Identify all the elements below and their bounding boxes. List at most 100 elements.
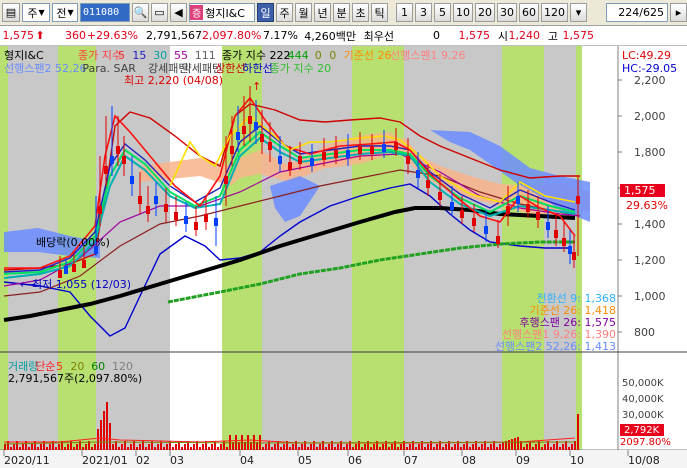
volume-bar xyxy=(64,447,66,450)
interval-120[interactable]: 120 xyxy=(541,3,568,22)
volume-bar xyxy=(268,441,270,450)
candle-body xyxy=(572,252,576,260)
y-tick-label: 800 xyxy=(634,326,655,339)
volume-bar xyxy=(481,444,483,450)
volume-bar xyxy=(436,444,438,450)
candle-body xyxy=(230,146,234,154)
interval-5[interactable]: 5 xyxy=(434,3,451,22)
volume-bar xyxy=(139,444,141,450)
volume-bar xyxy=(406,447,408,450)
candle-body xyxy=(406,156,410,164)
window-menu-icon[interactable]: ▤ xyxy=(2,3,20,22)
up-arrow-icon: ⬆ xyxy=(35,29,45,42)
volume-bar xyxy=(379,447,381,450)
x-tick-label: 2021/01 xyxy=(82,454,128,467)
volume-bar xyxy=(316,447,318,450)
volume-y-tick-label: 40,000K xyxy=(622,394,664,405)
interval-1[interactable]: 1 xyxy=(396,3,413,22)
candle-body xyxy=(174,212,178,220)
volume-bar xyxy=(382,444,384,450)
price-chart[interactable]: 형지I&C 종가 지수5 15 30 55 111 종가 지수 222444 0 0 기준선 2… xyxy=(0,46,687,468)
volume-bar xyxy=(373,444,375,450)
speaker-icon[interactable]: ◀ xyxy=(170,3,187,22)
candle-body xyxy=(438,192,442,200)
volume-bar xyxy=(511,439,513,450)
volume-bar xyxy=(307,447,309,450)
stock-code-input[interactable]: 011080 xyxy=(80,3,130,22)
stock-list-icon[interactable]: ▭ xyxy=(151,3,168,22)
period-tick[interactable]: 틱 xyxy=(371,3,388,22)
data-count-field[interactable]: 224/625 xyxy=(606,3,668,22)
period-weekly[interactable]: 주 xyxy=(276,3,293,22)
candle-body xyxy=(310,158,314,166)
candle-body xyxy=(138,196,142,204)
change-value: 360 xyxy=(65,29,86,42)
stock-title-legend: 형지I&C xyxy=(4,49,44,62)
volume-bar xyxy=(427,444,429,450)
volume-bar xyxy=(388,447,390,450)
candle-body xyxy=(536,212,540,220)
period-yearly[interactable]: 년 xyxy=(314,3,331,22)
period-monthly[interactable]: 월 xyxy=(295,3,312,22)
candle-body xyxy=(164,204,168,212)
volume-bar xyxy=(226,447,228,450)
interval-20[interactable]: 20 xyxy=(475,3,495,22)
candle-body xyxy=(154,196,158,204)
candle-body xyxy=(562,238,566,246)
volume-bar xyxy=(301,444,303,450)
interval-30[interactable]: 30 xyxy=(497,3,517,22)
volume-bar xyxy=(220,444,222,450)
candle-body xyxy=(554,230,558,238)
candle-body xyxy=(236,132,240,140)
candle-body xyxy=(394,142,398,150)
x-tick-label: 10/08 xyxy=(628,454,660,467)
scroll-right-icon[interactable]: ▸ xyxy=(670,3,687,22)
candle-body xyxy=(278,156,282,164)
volume-bar xyxy=(445,444,447,450)
volume-bar xyxy=(418,444,420,450)
background-band xyxy=(576,46,582,450)
legend-entry: 0 xyxy=(329,49,336,62)
candle-body xyxy=(370,146,374,154)
volume-bar xyxy=(334,447,336,450)
candle-body xyxy=(546,222,550,230)
volume-bar xyxy=(37,447,39,450)
volume-y-tick-label: 50,000K xyxy=(622,378,664,389)
volume-bar xyxy=(562,444,564,450)
current-pct-tag: 29.63% xyxy=(626,199,668,212)
volume-bar xyxy=(112,444,114,450)
volume-bar xyxy=(163,447,165,450)
volume-bar xyxy=(28,447,30,450)
interval-10[interactable]: 10 xyxy=(453,3,473,22)
candle-body xyxy=(224,176,228,184)
volume-bar xyxy=(346,444,348,450)
candle-body xyxy=(382,144,386,152)
volume-bar xyxy=(541,447,543,450)
candle-body xyxy=(358,146,362,154)
volume-bar xyxy=(292,444,294,450)
interval-3[interactable]: 3 xyxy=(415,3,432,22)
market-select[interactable]: 주 ▼ xyxy=(22,3,50,22)
candle-body xyxy=(110,156,114,164)
candle-body xyxy=(242,126,246,134)
volume-bar xyxy=(31,444,33,450)
interval-60[interactable]: 60 xyxy=(519,3,539,22)
period-second[interactable]: 초 xyxy=(352,3,369,22)
candle-body xyxy=(268,142,272,150)
x-tick-label: 07 xyxy=(404,454,418,467)
volume-bar xyxy=(172,447,174,450)
volume-bar xyxy=(85,444,87,450)
legend-entry: 종가 지수 222 xyxy=(222,49,290,62)
stock-name-field[interactable]: 증 형지I&C xyxy=(189,3,255,22)
period-daily[interactable]: 일 xyxy=(257,3,274,22)
prev-select[interactable]: 전 ▼ xyxy=(52,3,78,22)
interval-menu-icon[interactable]: ▾ xyxy=(570,3,587,22)
volume-bar xyxy=(532,447,534,450)
period-minute[interactable]: 분 xyxy=(333,3,350,22)
volume-bar xyxy=(13,444,15,450)
volume-bar xyxy=(424,447,426,450)
lc-label: LC:49.29 xyxy=(622,49,671,62)
search-icon[interactable]: 🔍 xyxy=(132,3,149,22)
chart-area[interactable]: 형지I&C 종가 지수 5 15 30 55 111 종가 지수 222 444 0 0 기준선 2… xyxy=(0,46,687,468)
volume-bar xyxy=(553,444,555,450)
